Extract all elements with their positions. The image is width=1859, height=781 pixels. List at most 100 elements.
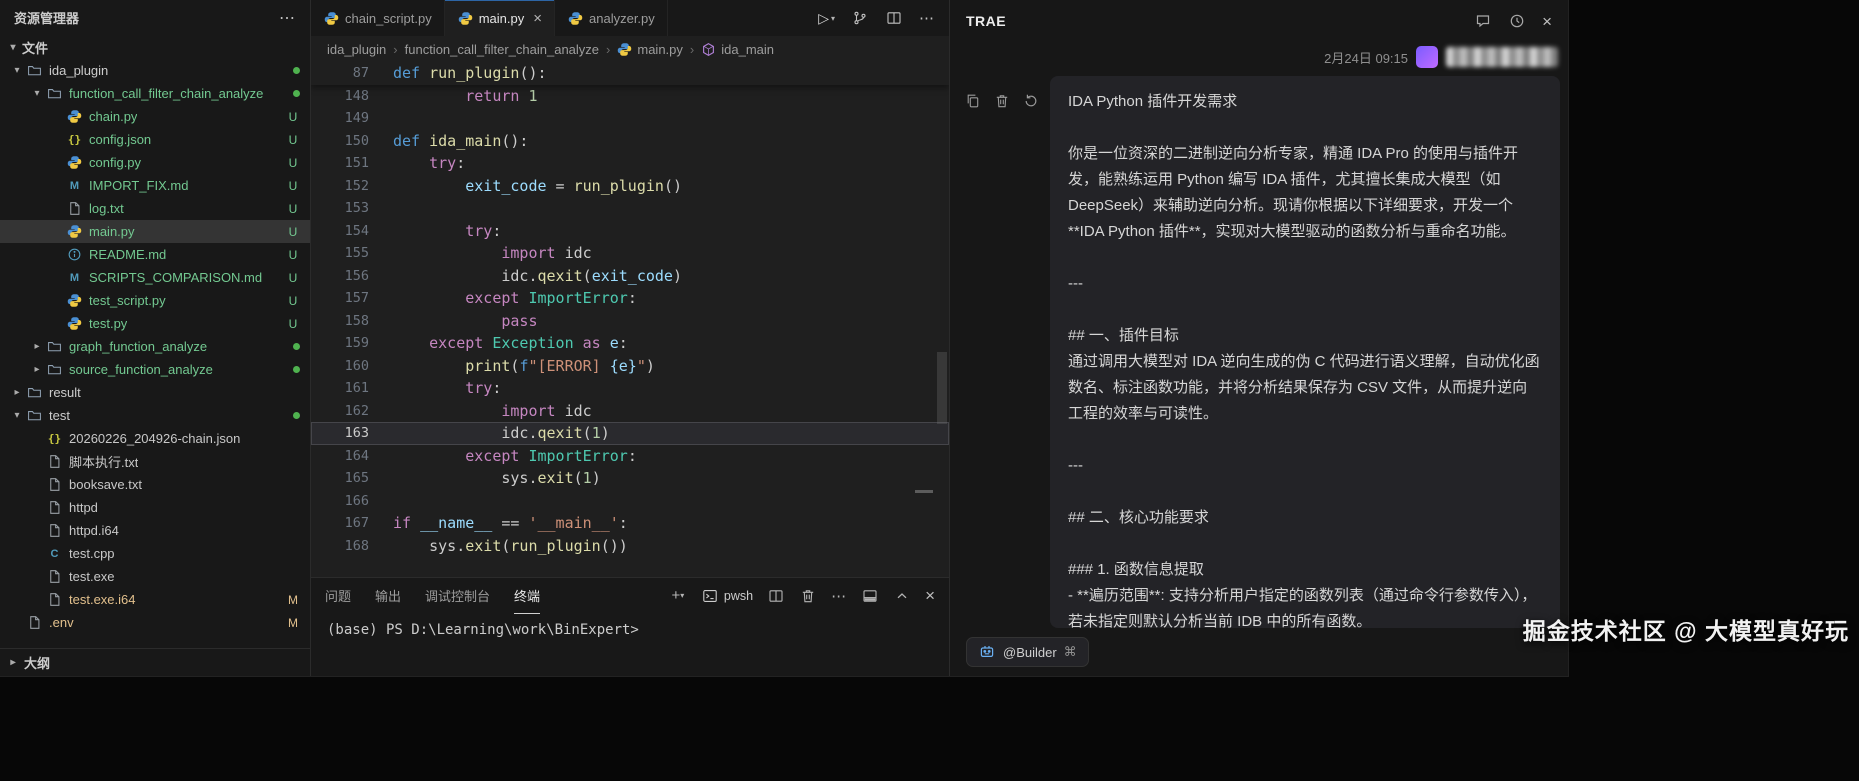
- close-panel-button[interactable]: ×: [925, 587, 935, 604]
- code-line[interactable]: 153: [311, 197, 949, 220]
- tree-item[interactable]: test_script.pyU: [0, 289, 310, 312]
- builder-chip[interactable]: @Builder ⌘: [966, 637, 1089, 667]
- tree-item[interactable]: README.mdU: [0, 243, 310, 266]
- line-number[interactable]: 87: [311, 62, 393, 85]
- close-icon[interactable]: ×: [533, 11, 542, 26]
- line-number[interactable]: 148: [311, 85, 393, 108]
- terminal-profile[interactable]: pwsh: [701, 587, 753, 605]
- tree-item[interactable]: ▸source_function_analyze: [0, 358, 310, 381]
- tree-item[interactable]: test.exe: [0, 565, 310, 588]
- line-number[interactable]: 167: [311, 512, 393, 535]
- tab-main.py[interactable]: main.py×: [445, 0, 555, 36]
- tree-item[interactable]: ▾test: [0, 404, 310, 427]
- breadcrumb-item[interactable]: ida_main: [701, 41, 774, 57]
- code-line[interactable]: 152 exit_code = run_plugin(): [311, 175, 949, 198]
- tree-item[interactable]: {}20260226_204926-chain.json: [0, 427, 310, 450]
- code-editor[interactable]: 87def run_plugin(): 148 return 1149150de…: [311, 62, 949, 577]
- panel-tab-问题[interactable]: 问题: [325, 578, 351, 614]
- code-line[interactable]: 154 try:: [311, 220, 949, 243]
- code-line[interactable]: 162 import idc: [311, 400, 949, 423]
- terminal-more-button[interactable]: ⋯: [831, 587, 847, 605]
- line-number[interactable]: 165: [311, 467, 393, 490]
- line-number[interactable]: 161: [311, 377, 393, 400]
- code-line[interactable]: 166: [311, 490, 949, 513]
- code-line[interactable]: 150def ida_main():: [311, 130, 949, 153]
- panel-tab-调试控制台[interactable]: 调试控制台: [425, 578, 490, 614]
- line-number[interactable]: 153: [311, 197, 393, 220]
- line-number[interactable]: 154: [311, 220, 393, 243]
- line-number[interactable]: 157: [311, 287, 393, 310]
- line-number[interactable]: 152: [311, 175, 393, 198]
- line-number[interactable]: 160: [311, 355, 393, 378]
- retry-message-button[interactable]: [1022, 92, 1040, 110]
- code-line[interactable]: 148 return 1: [311, 85, 949, 108]
- code-line[interactable]: 158 pass: [311, 310, 949, 333]
- line-number[interactable]: 150: [311, 130, 393, 153]
- code-line[interactable]: 149: [311, 107, 949, 130]
- tree-item[interactable]: test.pyU: [0, 312, 310, 335]
- code-line[interactable]: 151 try:: [311, 152, 949, 175]
- tree-item[interactable]: httpd: [0, 496, 310, 519]
- line-number[interactable]: 151: [311, 152, 393, 175]
- code-line[interactable]: 157 except ImportError:: [311, 287, 949, 310]
- sticky-scroll-line[interactable]: 87def run_plugin():: [311, 62, 949, 85]
- breadcrumb-item[interactable]: main.py: [617, 41, 683, 57]
- tree-item[interactable]: Ctest.cpp: [0, 542, 310, 565]
- code-line[interactable]: 156 idc.qexit(exit_code): [311, 265, 949, 288]
- terminal[interactable]: (base) PS D:\Learning\work\BinExpert>: [311, 613, 949, 676]
- code-line[interactable]: 159 except Exception as e:: [311, 332, 949, 355]
- code-line[interactable]: 168 sys.exit(run_plugin()): [311, 535, 949, 558]
- tab-analyzer.py[interactable]: analyzer.py: [555, 0, 668, 36]
- code-line[interactable]: 163 idc.qexit(1): [311, 422, 949, 445]
- tree-item[interactable]: .envM: [0, 611, 310, 634]
- line-number[interactable]: 159: [311, 332, 393, 355]
- tree-item[interactable]: MIMPORT_FIX.mdU: [0, 174, 310, 197]
- line-number[interactable]: 163: [311, 422, 393, 445]
- line-number[interactable]: 158: [311, 310, 393, 333]
- new-terminal-button[interactable]: +▾: [669, 587, 687, 605]
- branch-icon[interactable]: [851, 9, 869, 27]
- code-line[interactable]: 87def run_plugin():: [311, 62, 949, 85]
- code-line[interactable]: 165 sys.exit(1): [311, 467, 949, 490]
- tree-item[interactable]: log.txtU: [0, 197, 310, 220]
- tree-item[interactable]: 脚本执行.txt: [0, 450, 310, 473]
- feedback-icon[interactable]: [1474, 12, 1492, 30]
- code-line[interactable]: 160 print(f"[ERROR] {e}"): [311, 355, 949, 378]
- tree-item[interactable]: config.pyU: [0, 151, 310, 174]
- line-number[interactable]: 166: [311, 490, 393, 513]
- close-chat-button[interactable]: ×: [1542, 13, 1552, 30]
- delete-message-button[interactable]: [993, 92, 1011, 110]
- panel-tab-输出[interactable]: 输出: [375, 578, 401, 614]
- tree-item[interactable]: test.exe.i64M: [0, 588, 310, 611]
- tree-item[interactable]: ▸result: [0, 381, 310, 404]
- maximize-panel-button[interactable]: [893, 587, 911, 605]
- code-line[interactable]: 164 except ImportError:: [311, 445, 949, 468]
- run-button[interactable]: ▷▾: [818, 10, 835, 27]
- tree-item[interactable]: httpd.i64: [0, 519, 310, 542]
- line-number[interactable]: 168: [311, 535, 393, 558]
- tree-item[interactable]: ▸graph_function_analyze: [0, 335, 310, 358]
- panel-tab-终端[interactable]: 终端: [514, 578, 540, 614]
- breadcrumb-item[interactable]: function_call_filter_chain_analyze: [405, 42, 599, 57]
- code-line[interactable]: 155 import idc: [311, 242, 949, 265]
- tree-item[interactable]: booksave.txt: [0, 473, 310, 496]
- code-line[interactable]: 167if __name__ == '__main__':: [311, 512, 949, 535]
- scrollbar[interactable]: [937, 352, 947, 424]
- tree-item[interactable]: chain.pyU: [0, 105, 310, 128]
- split-editor-button[interactable]: [885, 9, 903, 27]
- tree-item[interactable]: MSCRIPTS_COMPARISON.mdU: [0, 266, 310, 289]
- files-section-header[interactable]: ▾ 文件: [0, 35, 310, 59]
- editor-more-button[interactable]: ⋯: [919, 9, 935, 27]
- split-terminal-button[interactable]: [767, 587, 785, 605]
- explorer-more-icon[interactable]: ⋯: [279, 8, 296, 28]
- line-number[interactable]: 162: [311, 400, 393, 423]
- tab-chain_script.py[interactable]: chain_script.py: [311, 0, 445, 36]
- outline-section-header[interactable]: ▸ 大纲: [0, 648, 310, 676]
- panel-layout-button[interactable]: [861, 587, 879, 605]
- history-icon[interactable]: [1508, 12, 1526, 30]
- line-number[interactable]: 156: [311, 265, 393, 288]
- kill-terminal-button[interactable]: [799, 587, 817, 605]
- breadcrumb-item[interactable]: ida_plugin: [327, 42, 386, 57]
- line-number[interactable]: 155: [311, 242, 393, 265]
- tree-item[interactable]: {}config.jsonU: [0, 128, 310, 151]
